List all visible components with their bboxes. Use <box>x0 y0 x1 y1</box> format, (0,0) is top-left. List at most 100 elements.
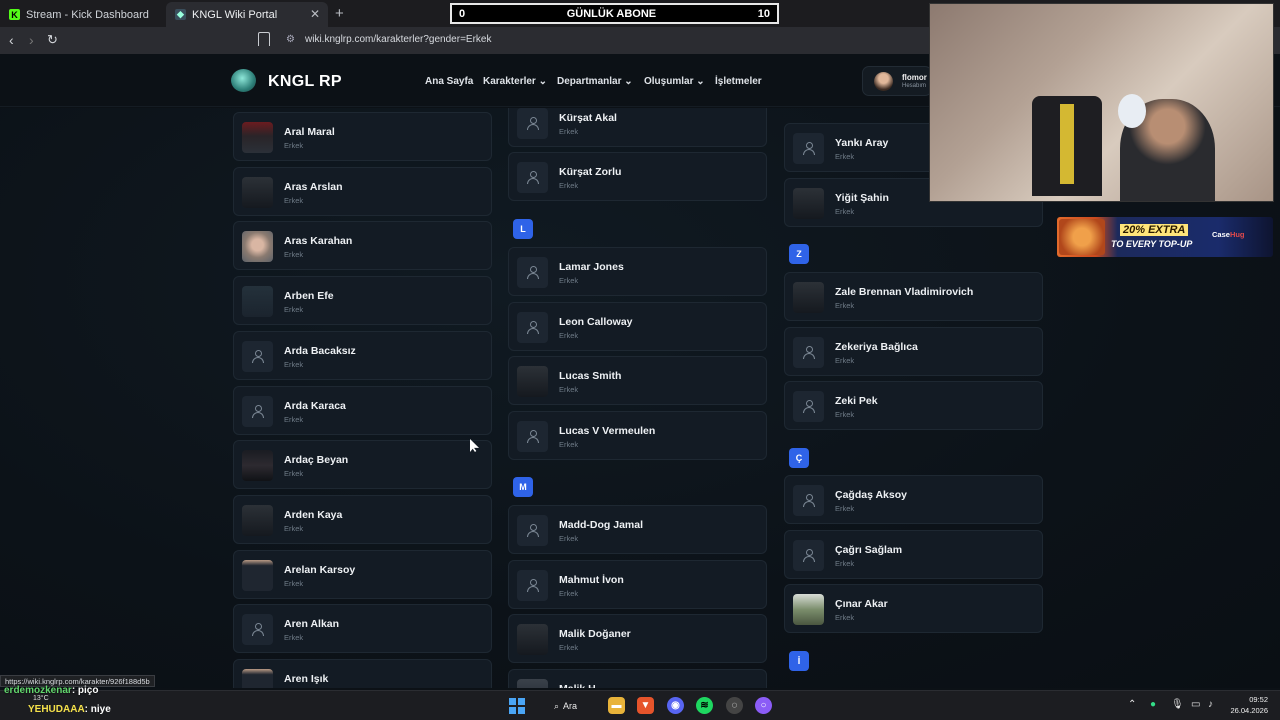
character-card[interactable]: Aras Arslan Erkek <box>233 166 492 216</box>
nav-characters[interactable]: Karakterler ⌄ <box>483 76 547 87</box>
avatar <box>242 504 273 536</box>
character-gender: Erkek <box>559 385 579 395</box>
back-icon[interactable]: ‹ <box>9 32 14 48</box>
url-field[interactable]: wiki.knglrp.com/karakterler?gender=Erkek <box>305 34 491 45</box>
nav-organizations[interactable]: Oluşumlar ⌄ <box>644 76 705 87</box>
character-name: Çağdaş Aksoy <box>835 489 907 501</box>
character-card[interactable]: Malik Doğaner Erkek <box>508 614 767 664</box>
tab-kngl-wiki[interactable]: ◆ KNGL Wiki Portal ✕ <box>166 2 328 27</box>
character-card[interactable]: Kürşat Zorlu Erkek <box>508 152 767 201</box>
site-brand[interactable]: KNGL RP <box>268 73 342 91</box>
volume-icon[interactable]: ♪ <box>1208 699 1213 710</box>
character-card[interactable]: Zekeriya Bağlıca Erkek <box>784 326 1043 376</box>
avatar <box>517 624 548 656</box>
character-card[interactable]: Lucas Smith Erkek <box>508 356 767 406</box>
clock-time: 09:52 <box>1249 695 1268 704</box>
brave-browser-icon[interactable]: ▼ <box>637 697 654 714</box>
character-name: Lucas V Vermeulen <box>559 425 656 438</box>
character-card[interactable]: Arden Kaya Erkek <box>233 494 492 544</box>
avatar <box>874 72 893 91</box>
user-menu[interactable]: flomor Hesabım <box>862 66 932 96</box>
site-info-icon[interactable]: ⚙ <box>286 34 295 45</box>
character-card[interactable]: Zale Brennan Vladimirovich Erkek <box>784 272 1043 321</box>
character-card[interactable]: Mahmut İvon Erkek <box>508 559 767 609</box>
letter-group-badge: Z <box>789 244 809 264</box>
person-icon <box>251 623 264 637</box>
person-icon <box>251 404 264 418</box>
weather-widget[interactable]: 13°C <box>33 695 49 702</box>
file-explorer-icon[interactable]: ▬ <box>608 697 625 714</box>
ad-brand-b: Hug <box>1229 230 1245 239</box>
character-gender: Erkek <box>559 534 579 543</box>
character-card[interactable]: Madd-Dog Jamal Erkek <box>508 505 767 554</box>
tab-kick-dashboard[interactable]: K Stream - Kick Dashboard <box>0 2 165 27</box>
avatar <box>242 669 273 688</box>
forward-icon[interactable]: › <box>29 32 34 48</box>
nav-departments[interactable]: Departmanlar ⌄ <box>557 76 633 87</box>
chevron-down-icon: ⌄ <box>696 76 705 87</box>
character-gender: Erkek <box>284 305 304 315</box>
search-icon: ⌕ <box>554 700 560 711</box>
avatar <box>517 366 548 398</box>
bookmark-icon[interactable] <box>258 32 270 46</box>
webcam-overlay <box>929 3 1274 202</box>
character-gender: Erkek <box>284 195 304 205</box>
chevron-up-icon[interactable]: ⌃ <box>1128 699 1136 710</box>
nav-businesses[interactable]: İşletmeler <box>715 76 762 87</box>
character-card[interactable]: Aren Alkan Erkek <box>233 604 492 654</box>
character-name: Mahmut İvon <box>559 573 624 586</box>
user-name: flomor <box>902 73 927 82</box>
character-gender: Erkek <box>835 504 855 513</box>
sub-count-goal: 10 <box>757 7 770 20</box>
new-tab-button[interactable]: + <box>335 5 344 22</box>
character-name: Yankı Aray <box>835 137 889 149</box>
character-card[interactable]: Aral Maral Erkek <box>233 112 492 161</box>
character-card[interactable]: Kürşat Akal Erkek <box>508 108 767 147</box>
character-gender: Erkek <box>559 276 579 285</box>
character-card[interactable]: Lucas V Vermeulen Erkek <box>508 411 767 461</box>
microphone-icon[interactable]: 🎙 <box>1171 699 1184 710</box>
nav-home[interactable]: Ana Sayfa <box>425 76 473 87</box>
character-card[interactable]: Zeki Pek Erkek <box>784 381 1043 431</box>
spotify-icon[interactable]: ≋ <box>696 697 713 714</box>
character-card[interactable]: Arelan Karsoy Erkek <box>233 549 492 599</box>
character-card[interactable]: Ardaç Beyan Erkek <box>233 440 492 490</box>
character-name: Zale Brennan Vladimirovich <box>835 286 974 298</box>
app-icon[interactable]: ◌ <box>726 697 743 714</box>
person-icon <box>526 171 539 184</box>
person-icon <box>802 142 815 155</box>
taskbar-search[interactable]: ⌕ Ara <box>550 696 590 716</box>
character-card[interactable]: Aras Karahan Erkek <box>233 221 492 271</box>
character-name: Malik H... <box>559 683 605 688</box>
user-placeholder-icon <box>517 108 548 139</box>
character-card[interactable]: Çağrı Sağlam Erkek <box>784 529 1043 579</box>
character-card[interactable]: Leon Calloway Erkek <box>508 301 767 351</box>
character-card[interactable]: Arda Bacaksız Erkek <box>233 330 492 380</box>
person-icon <box>526 430 539 444</box>
character-card[interactable]: Aren IşıkErkek <box>233 659 492 688</box>
character-card[interactable]: Malik H...Erkek <box>508 669 767 688</box>
user-placeholder-icon <box>793 485 824 516</box>
person-icon <box>802 548 815 562</box>
character-name: Lamar Jones <box>559 261 624 273</box>
system-clock[interactable]: 09:52 26.04.2026 <box>1228 694 1268 716</box>
character-card[interactable]: Lamar Jones Erkek <box>508 247 767 296</box>
person-icon <box>526 524 539 537</box>
user-placeholder-icon <box>517 421 548 453</box>
chevron-down-icon: ⌄ <box>624 76 633 87</box>
close-icon[interactable]: ✕ <box>310 7 320 21</box>
discord-icon[interactable]: ◉ <box>667 697 684 714</box>
character-card[interactable]: Arben Efe Erkek <box>233 276 492 326</box>
windows-start-icon[interactable] <box>509 698 525 714</box>
user-placeholder-icon <box>517 569 548 601</box>
reload-icon[interactable]: ↻ <box>47 32 58 48</box>
character-card[interactable]: Çınar Akar Erkek <box>784 584 1043 634</box>
obs-icon[interactable]: ○ <box>755 697 772 714</box>
kngl-logo-icon[interactable] <box>231 69 256 92</box>
character-card[interactable]: Çağdaş Aksoy Erkek <box>784 475 1043 524</box>
network-status-icon[interactable]: ● <box>1150 699 1156 710</box>
character-gender: Erkek <box>284 414 304 424</box>
character-card[interactable]: Arda Karaca Erkek <box>233 385 492 435</box>
letter-group-badge: İ <box>789 651 809 671</box>
monitor-icon[interactable]: ▭ <box>1191 699 1200 710</box>
